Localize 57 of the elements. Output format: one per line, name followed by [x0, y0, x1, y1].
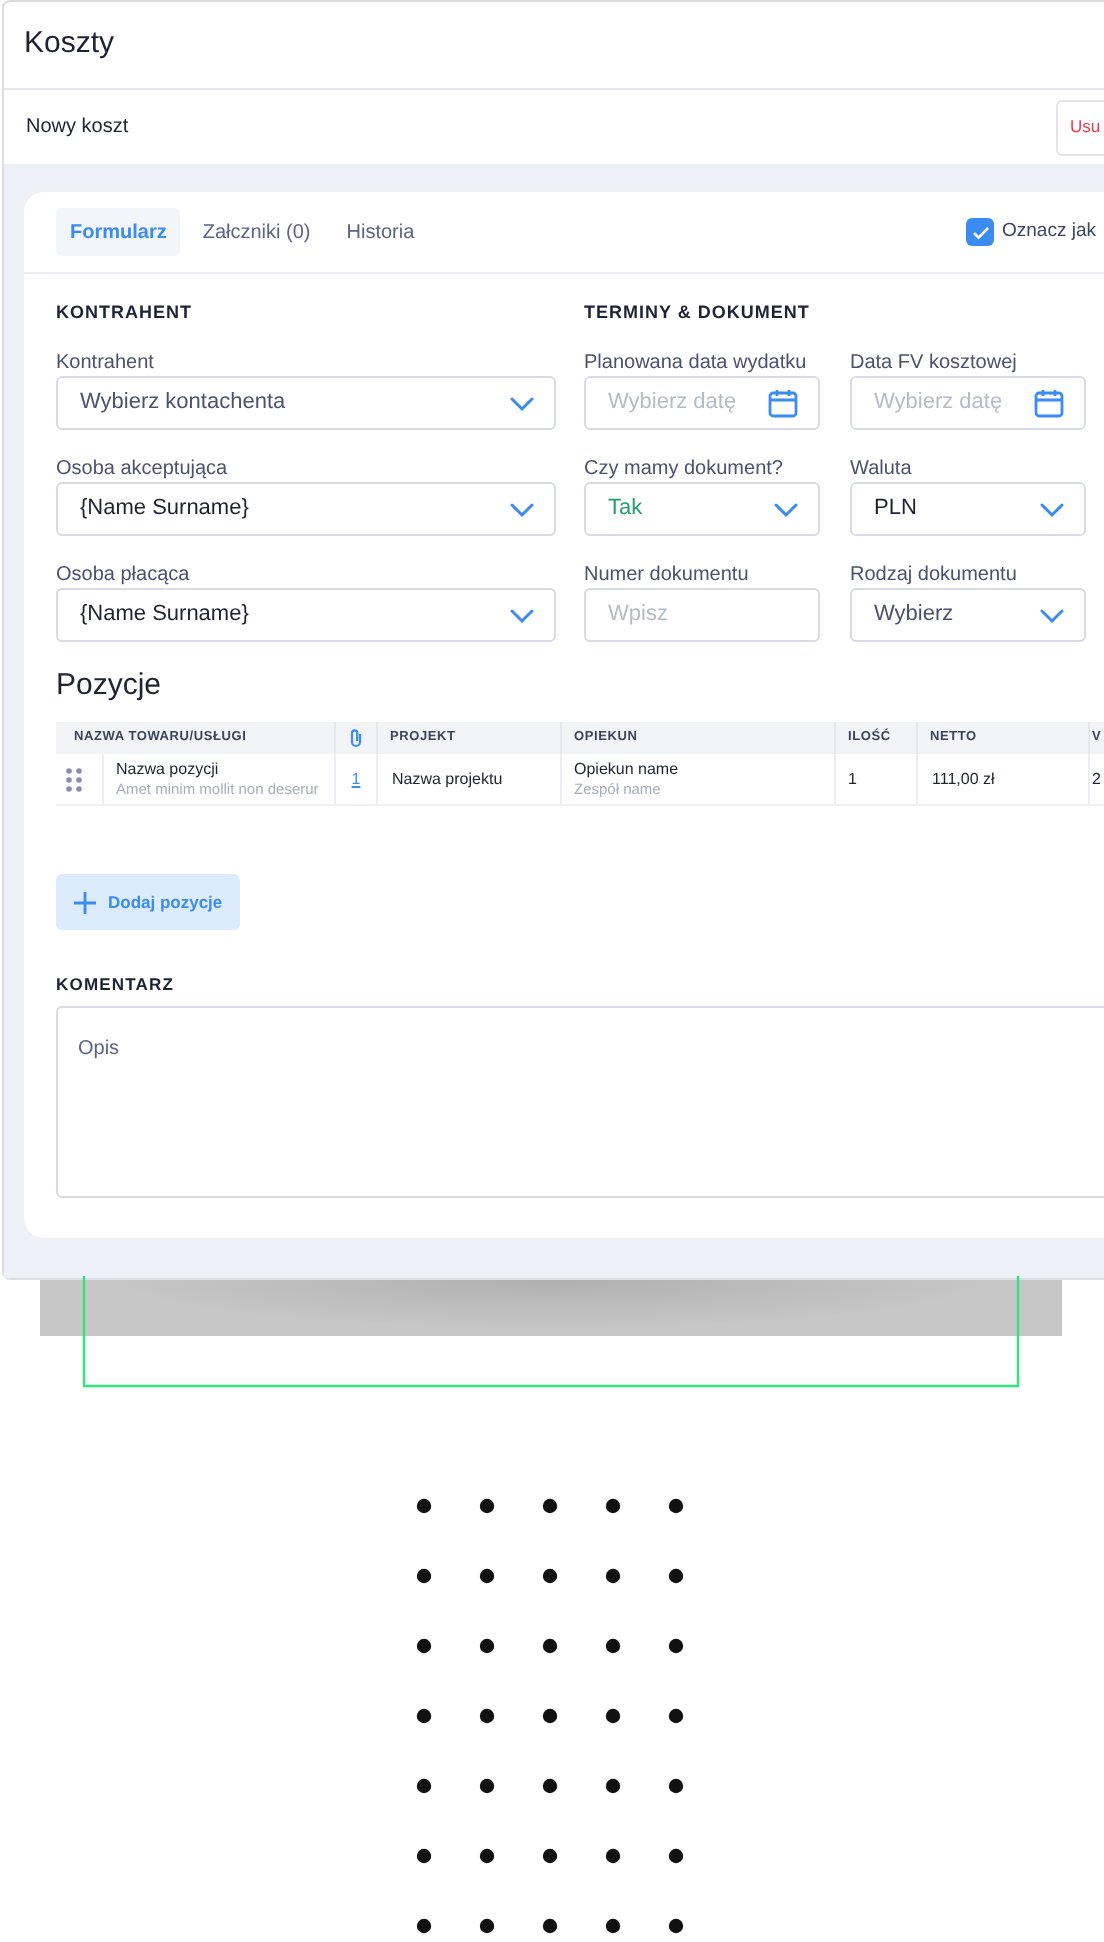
delete-button[interactable]: Usu: [1056, 99, 1104, 155]
section-heading: TERMINY & DOKUMENT: [584, 302, 812, 322]
owner-name: Opiekun name: [574, 758, 681, 780]
section-title: Pozycje: [56, 666, 164, 706]
page-title: Koszty: [24, 24, 115, 65]
field-label: Planowana data wydatku: [584, 352, 809, 374]
chevron-down-icon: [1040, 607, 1064, 623]
chevron-down-icon: [510, 395, 534, 411]
checkbox[interactable]: [966, 218, 994, 246]
calendar-icon: [768, 388, 798, 418]
field-placeholder: Wybierz kontachenta: [80, 388, 286, 419]
select-field[interactable]: Tak: [584, 482, 820, 536]
chevron-down-icon: [1040, 501, 1064, 517]
plus-icon: [74, 891, 96, 913]
field-value: {Name Surname}: [80, 494, 249, 525]
field-label: Rodzaj dokumentu: [850, 564, 1019, 586]
field-value: PLN: [874, 494, 917, 525]
table-cell: 2: [1092, 767, 1101, 791]
paperclip-icon: [348, 728, 364, 748]
field-label: Waluta: [850, 458, 914, 480]
field-label: Osoba płacąca: [56, 564, 192, 586]
calendar-icon: [1034, 388, 1064, 418]
field-placeholder: Wybierz: [874, 600, 954, 631]
select-field[interactable]: PLN: [850, 482, 1086, 536]
field-label: Kontrahent: [56, 352, 156, 374]
comment-field[interactable]: Opis: [56, 1006, 1104, 1198]
chevron-down-icon: [774, 501, 798, 517]
chevron-down-icon: [510, 607, 534, 623]
field-label: Numer dokumentu: [584, 564, 751, 586]
check-icon: [971, 225, 989, 239]
field-placeholder: Wybierz datę: [608, 388, 737, 419]
section-heading: KONTRAHENT: [56, 302, 194, 322]
form-title: Nowy koszt: [26, 114, 131, 142]
field-label: Data FV kosztowej: [850, 352, 1019, 374]
select-field[interactable]: {Name Surname}: [56, 482, 556, 536]
field-placeholder: Wybierz datę: [874, 388, 1003, 419]
select-field[interactable]: {Name Surname}: [56, 588, 556, 642]
field-label: Osoba akceptująca: [56, 458, 230, 480]
checkbox-label: Oznacz jak: [1002, 217, 1096, 246]
select-field[interactable]: Wybierz: [850, 588, 1086, 642]
chevron-down-icon: [510, 501, 534, 517]
field-placeholder: Wpisz: [608, 600, 668, 631]
field-label: Czy mamy dokument?: [584, 458, 785, 480]
attachment-count-link[interactable]: 1: [351, 767, 361, 791]
section-heading: KOMENTARZ: [56, 974, 177, 994]
tab[interactable]: Formularz: [56, 208, 181, 256]
item-name: Nazwa pozycji: [116, 758, 221, 780]
drag-handle-icon[interactable]: [66, 767, 82, 791]
field-value: Tak: [608, 494, 643, 525]
table-cell: 111,00 zł: [932, 767, 995, 791]
tab[interactable]: Załczniki (0): [188, 208, 325, 256]
table-cell: Nazwa projektu: [392, 767, 503, 791]
select-field[interactable]: Wybierz kontachenta: [56, 376, 556, 430]
add-item-button[interactable]: Dodaj pozycje: [56, 874, 241, 930]
field-value: {Name Surname}: [80, 600, 249, 631]
tab[interactable]: Historia: [332, 208, 429, 256]
table-cell: 1: [848, 767, 857, 791]
